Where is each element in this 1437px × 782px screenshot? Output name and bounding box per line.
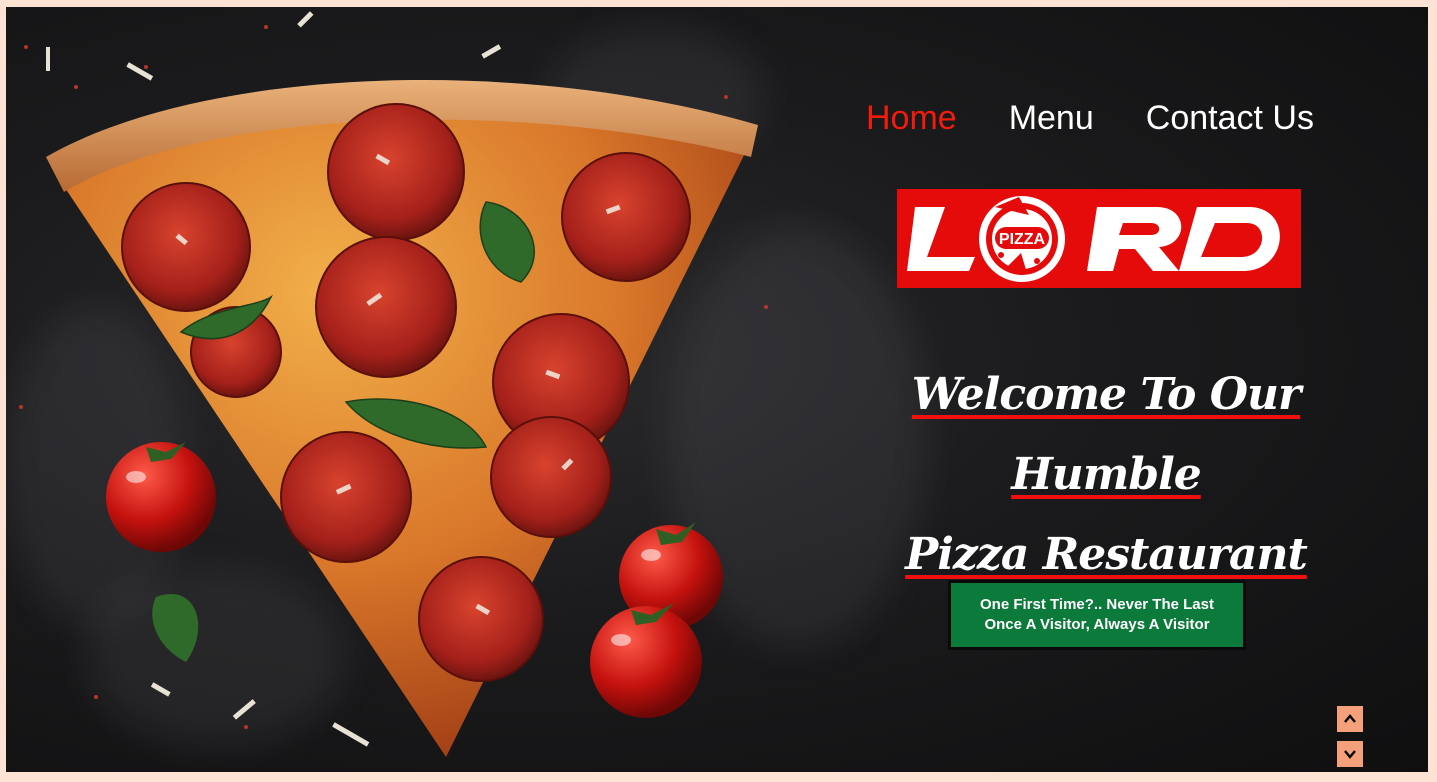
nav-link-home[interactable]: Home: [866, 99, 957, 138]
headline-line-1: Welcome To Our Humble: [911, 369, 1301, 500]
main-nav: Home Menu Contact Us: [866, 99, 1314, 138]
visitor-slogan-button[interactable]: One First Time?.. Never The Last Once A …: [948, 580, 1246, 650]
lord-pizza-logo: PIZZA: [897, 189, 1301, 288]
chevron-down-icon: [1344, 750, 1356, 759]
cta-line-1: One First Time?.. Never The Last: [980, 596, 1214, 613]
headline-line-2: Pizza Restaurant: [905, 529, 1308, 580]
cta-line-2: Once A Visitor, Always A Visitor: [984, 616, 1210, 633]
chevron-up-icon: [1344, 714, 1356, 723]
nav-link-menu[interactable]: Menu: [1009, 99, 1094, 138]
welcome-headline: Welcome To Our Humble Pizza Restaurant: [826, 355, 1386, 595]
logo-wordmark: PIZZA: [907, 196, 1280, 282]
svg-text:PIZZA: PIZZA: [999, 231, 1046, 248]
hero-section: Home Menu Contact Us PIZZA Welcome To Ou…: [6, 7, 1428, 772]
scroll-up-button[interactable]: [1337, 706, 1363, 732]
nav-link-contact-us[interactable]: Contact Us: [1146, 99, 1314, 138]
scroll-down-button[interactable]: [1337, 741, 1363, 767]
pizza-slice-image: [19, 11, 768, 757]
